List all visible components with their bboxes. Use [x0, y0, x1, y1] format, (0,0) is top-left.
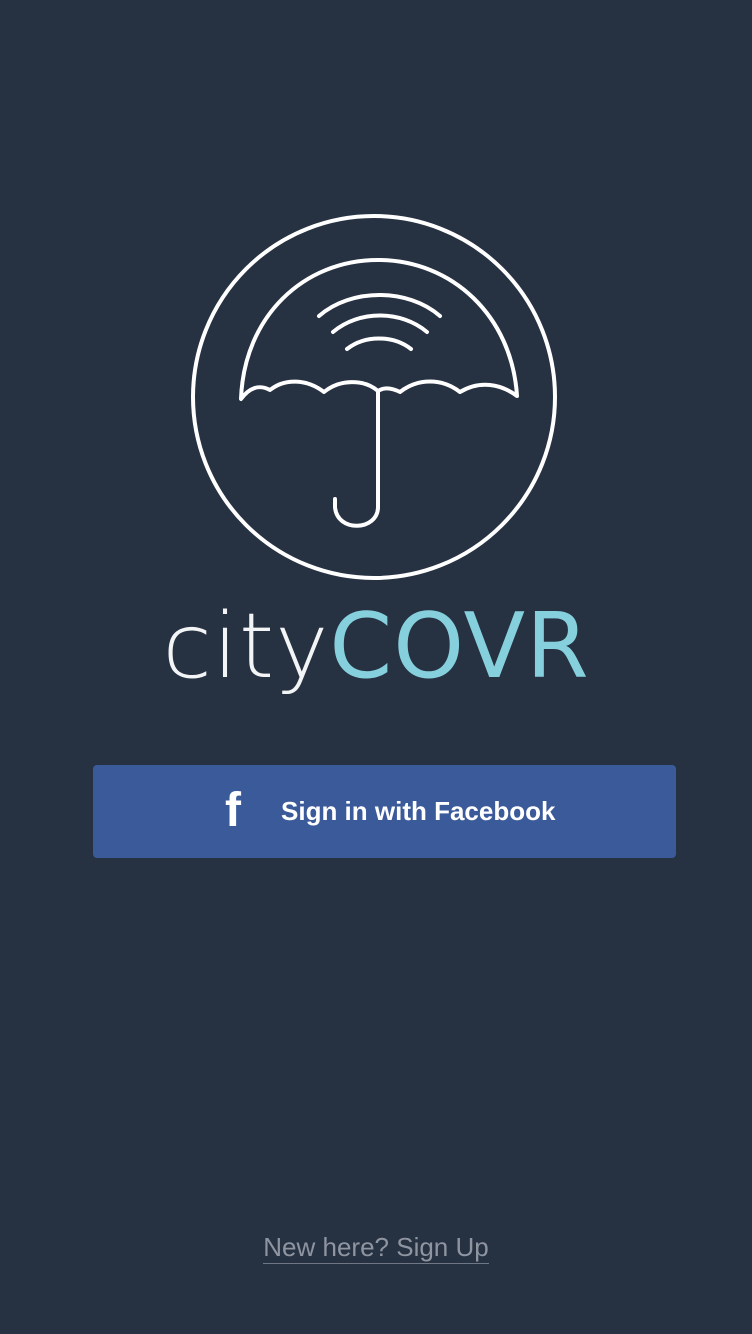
- umbrella-canopy: [239, 258, 519, 401]
- signup-link-text: New here? Sign Up: [263, 1232, 489, 1264]
- facebook-signin-label: Sign in with Facebook: [281, 796, 556, 826]
- login-screen: cityCOVR f Sign in with Facebook New her…: [0, 0, 752, 1334]
- brand-wordmark: cityCOVR: [0, 590, 752, 702]
- umbrella-handle: [333, 389, 380, 528]
- wifi-arc-outer: [317, 293, 442, 318]
- logo-circle: [191, 214, 557, 580]
- brand-city: city: [162, 594, 330, 699]
- umbrella-wifi-icon: [188, 211, 560, 583]
- facebook-icon: f: [225, 784, 241, 837]
- signup-link[interactable]: New here? Sign Up: [0, 1230, 752, 1264]
- wifi-arc-inner: [345, 336, 413, 351]
- brand-covr: COVR: [329, 594, 590, 699]
- wifi-arc-middle: [331, 313, 429, 334]
- logo-svg: [191, 214, 557, 580]
